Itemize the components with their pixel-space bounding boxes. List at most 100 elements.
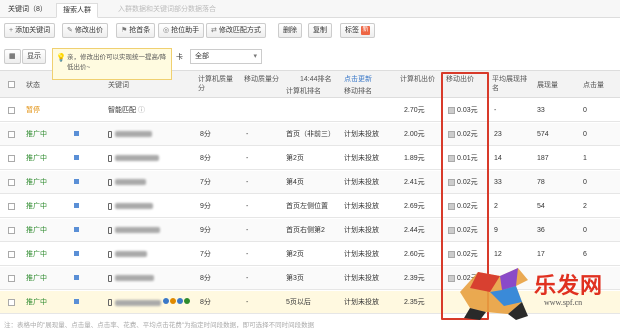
add-keyword-button[interactable]: + 添加关键词 <box>4 23 56 38</box>
row-status: 推广中 <box>26 155 47 162</box>
row-pc-bid[interactable]: 2.35元 <box>404 298 425 307</box>
row-keyword[interactable] <box>108 154 159 163</box>
row-keyword[interactable] <box>108 202 153 211</box>
row-checkbox[interactable] <box>8 251 15 258</box>
row-pc-bid[interactable]: 2.00元 <box>404 130 425 139</box>
row-checkbox[interactable] <box>8 179 15 186</box>
table-row[interactable]: 推广中 8分 - 首页（非前三） 计划未投放 2.00元 0.02元 23 574 0 <box>0 123 620 146</box>
row-pc-quality: 8分 <box>200 299 211 306</box>
row-checkbox[interactable] <box>8 227 15 234</box>
tab-keywords[interactable]: 关键词（8） <box>2 3 53 18</box>
row-checkbox[interactable] <box>8 275 15 282</box>
row-mobile-rank: 计划未投放 <box>344 203 379 210</box>
row-pc-quality: 7分 <box>200 251 211 258</box>
modify-match-button[interactable]: ⇄ 修改匹配方式 <box>206 23 266 38</box>
row-pc-rank: 首页左侧位置 <box>286 203 328 210</box>
row-status: 推广中 <box>26 275 47 282</box>
mobile-icon <box>108 202 112 210</box>
tab-crowd-data-merge[interactable]: 入群数据和关键词部分数据落合 <box>112 3 222 18</box>
row-keyword[interactable] <box>108 130 152 139</box>
row-pc-rank: 首页右侧第2 <box>286 227 325 234</box>
match-type-icon <box>74 251 79 256</box>
table-row[interactable]: 暂停 智能匹配 ⓘ 2.70元 0.03元 -33 0 <box>0 99 620 122</box>
row-impressions: 33 <box>537 107 545 114</box>
row-pc-bid[interactable]: 2.70元 <box>404 106 425 115</box>
delete-button[interactable]: 删除 <box>278 23 302 38</box>
bull-logo-icon <box>460 268 528 320</box>
row-pc-bid[interactable]: 2.69元 <box>404 202 425 211</box>
col-keyword[interactable]: 关键词 <box>108 81 129 90</box>
col-clicks[interactable]: 点击量 <box>583 81 604 90</box>
toolbar: + 添加关键词 ✎ 修改出价 ⚑ 抢首条 ◎ 抢位助手 ⇄ 修改匹配方式 删除 复制 标签… <box>0 22 620 40</box>
row-clicks: 0 <box>583 227 587 234</box>
row-checkbox[interactable] <box>8 299 15 306</box>
keyword-redacted <box>115 155 159 162</box>
status-filter-value: 全部 <box>195 53 209 60</box>
row-pc-bid[interactable]: 2.41元 <box>404 178 425 187</box>
match-icon: ⇄ <box>211 27 217 34</box>
row-pc-bid[interactable]: 2.39元 <box>404 274 425 283</box>
row-checkbox[interactable] <box>8 155 15 162</box>
grab-position-label: 抢位助手 <box>171 27 200 34</box>
col-mobile-quality[interactable]: 移动质量分 <box>244 75 284 84</box>
row-keyword[interactable] <box>108 226 160 235</box>
grab-position-button[interactable]: ◎ 抢位助手 <box>158 23 205 38</box>
row-keyword[interactable] <box>108 298 191 307</box>
col-pc-rank[interactable]: 计算机排名 <box>286 87 321 96</box>
col-mobile-rank[interactable]: 移动排名 <box>344 87 372 96</box>
row-keyword[interactable] <box>108 274 154 283</box>
tab-search-crowd[interactable]: 搜索人群 <box>56 3 98 18</box>
row-checkbox[interactable] <box>8 203 15 210</box>
table-row[interactable]: 推广中 9分 - 首页左侧位置 计划未投放 2.69元 0.02元 2 54 2 <box>0 195 620 218</box>
row-impressions: 78 <box>537 179 545 186</box>
keyword-redacted <box>115 251 147 258</box>
watermark: 乐发网 www.spf.cn <box>456 262 616 324</box>
modify-bid-button[interactable]: ✎ 修改出价 <box>62 23 108 38</box>
grab-top-button[interactable]: ⚑ 抢首条 <box>116 23 156 38</box>
row-pc-rank: 第2页 <box>286 251 304 258</box>
display-label-button[interactable]: 显示 <box>22 49 46 64</box>
row-pc-bid[interactable]: 2.44元 <box>404 226 425 235</box>
col-time: 14:44排名 <box>300 76 332 83</box>
row-mobile-quality: - <box>246 203 249 210</box>
row-keyword[interactable] <box>108 250 147 259</box>
row-status: 推广中 <box>26 179 47 186</box>
tag-button[interactable]: 标签 新 <box>340 23 375 38</box>
refresh-link[interactable]: 点击更新 <box>344 75 372 84</box>
status-filter-select[interactable]: 全部 ▾ <box>190 49 262 64</box>
row-action-icons[interactable] <box>162 298 191 307</box>
col-avg-rank[interactable]: 平均展现排名 <box>492 75 528 93</box>
new-badge: 新 <box>360 25 370 35</box>
row-clicks: 0 <box>583 107 587 114</box>
row-avg-rank: - <box>494 107 497 114</box>
row-keyword[interactable]: 智能匹配 ⓘ <box>108 106 145 115</box>
flag-icon: ⚑ <box>121 27 128 34</box>
mobile-icon <box>108 250 112 258</box>
row-pc-quality: 8分 <box>200 275 211 282</box>
row-mobile-rank: 计划未投放 <box>344 131 379 138</box>
row-keyword[interactable] <box>108 178 146 187</box>
row-pc-bid[interactable]: 1.89元 <box>404 154 425 163</box>
row-pc-bid[interactable]: 2.60元 <box>404 250 425 259</box>
row-mobile-rank: 计划未投放 <box>344 251 379 258</box>
copy-button[interactable]: 复制 <box>308 23 332 38</box>
row-avg-rank: 33 <box>494 179 502 186</box>
row-checkbox[interactable] <box>8 131 15 138</box>
table-row[interactable]: 推广中 7分 - 第4页 计划未投放 2.41元 0.02元 33 78 0 <box>0 171 620 194</box>
match-type-icon <box>74 179 79 184</box>
row-checkbox[interactable] <box>8 107 15 114</box>
row-mobile-quality: - <box>246 251 249 258</box>
table-row[interactable]: 推广中 8分 - 第2页 计划未投放 1.89元 0.01元 14 187 1 <box>0 147 620 170</box>
col-pc-bid[interactable]: 计算机出价 <box>400 75 440 84</box>
mobile-icon <box>108 178 112 186</box>
table-row[interactable]: 推广中 9分 - 首页右侧第2 计划未投放 2.44元 0.02元 9 36 0 <box>0 219 620 242</box>
row-status: 推广中 <box>26 299 47 306</box>
col-status[interactable]: 状态 <box>26 81 40 90</box>
grid-icon: ▦ <box>9 53 16 60</box>
col-pc-quality[interactable]: 计算机质量分 <box>198 75 238 93</box>
display-toggle[interactable]: ▦ <box>4 49 21 64</box>
row-pc-rank: 5页以后 <box>286 299 311 306</box>
row-clicks: 0 <box>583 131 587 138</box>
select-all-checkbox[interactable] <box>8 81 15 88</box>
col-impressions[interactable]: 展现量 <box>537 81 558 90</box>
